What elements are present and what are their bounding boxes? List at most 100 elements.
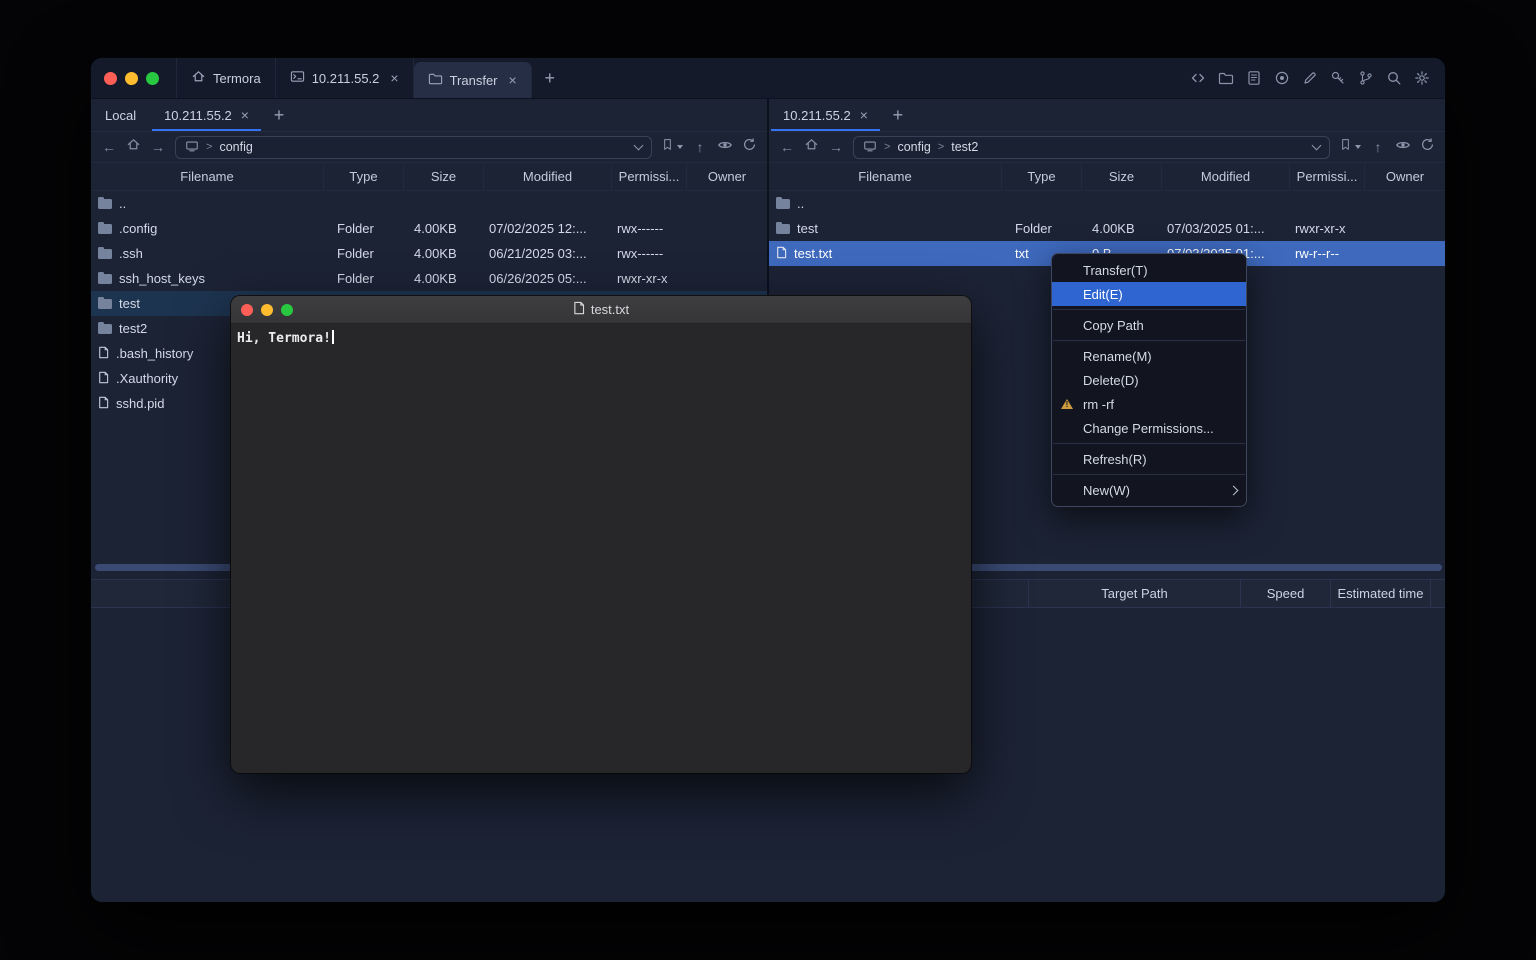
table-row[interactable]: ssh_host_keys Folder 4.00KB 06/26/2025 0… (91, 266, 767, 291)
close-icon[interactable]: × (241, 108, 249, 122)
menu-item-delete[interactable]: Delete(D) (1052, 368, 1246, 392)
column-header-owner[interactable]: Owner (1365, 163, 1445, 190)
close-icon[interactable]: × (390, 71, 398, 85)
menu-item-edit[interactable]: Edit(E) (1052, 282, 1246, 306)
cell-size: 4.00KB (404, 271, 484, 286)
column-header-type[interactable]: Type (1002, 163, 1082, 190)
cell-permissions: rwxr-xr-x (612, 271, 687, 286)
new-pane-tab-button[interactable]: + (263, 99, 295, 131)
chevron-down-icon[interactable] (1312, 141, 1322, 151)
column-header-owner[interactable]: Owner (687, 163, 767, 190)
column-header-estimated-time[interactable]: Estimated time (1330, 580, 1430, 607)
breadcrumb-segment[interactable]: test2 (951, 140, 978, 154)
cell-size: 4.00KB (404, 221, 484, 236)
show-hidden-files-button[interactable] (1395, 137, 1411, 158)
refresh-button[interactable] (1420, 137, 1435, 157)
forward-button[interactable]: → (150, 140, 166, 154)
up-directory-button[interactable]: ↑ (692, 140, 708, 154)
close-window-button[interactable] (241, 304, 253, 316)
path-breadcrumb[interactable]: > config (175, 136, 652, 159)
edit-icon[interactable] (1301, 70, 1318, 87)
menu-item-rename[interactable]: Rename(M) (1052, 344, 1246, 368)
column-header-speed[interactable]: Speed (1240, 580, 1330, 607)
branch-icon[interactable] (1357, 70, 1374, 87)
folder-icon[interactable] (1217, 70, 1234, 87)
cell-type: Folder (324, 271, 404, 286)
home-button[interactable] (804, 137, 819, 157)
menu-item-change-permissions[interactable]: Change Permissions... (1052, 416, 1246, 440)
table-row[interactable]: .config Folder 4.00KB 07/02/2025 12:... … (91, 216, 767, 241)
forward-button[interactable]: → (828, 140, 844, 154)
back-button[interactable]: ← (779, 140, 795, 154)
column-header-modified[interactable]: Modified (1162, 163, 1290, 190)
bookmark-button[interactable] (1339, 138, 1361, 156)
folder-icon (98, 274, 112, 284)
cell-type: Folder (1002, 221, 1082, 236)
bookmark-button[interactable] (661, 138, 683, 156)
column-header-type[interactable]: Type (324, 163, 404, 190)
tab-transfer[interactable]: Transfer × (414, 62, 532, 98)
left-pane-tabs: Local 10.211.55.2 × + (91, 99, 767, 132)
back-button[interactable]: ← (101, 140, 117, 154)
text-cursor (332, 330, 334, 344)
column-header-target-path[interactable]: Target Path (1028, 580, 1240, 607)
tab-local[interactable]: Local (91, 99, 150, 131)
path-breadcrumb[interactable]: > config > test2 (853, 136, 1330, 159)
settings-icon[interactable] (1413, 70, 1430, 87)
table-row[interactable]: test Folder 4.00KB 07/03/2025 01:... rwx… (769, 216, 1445, 241)
home-button[interactable] (126, 137, 141, 157)
menu-item-refresh[interactable]: Refresh(R) (1052, 447, 1246, 471)
breadcrumb-segment[interactable]: config (219, 140, 252, 154)
breadcrumb-segment[interactable]: config (897, 140, 930, 154)
zoom-window-button[interactable] (146, 72, 159, 85)
menu-item-transfer[interactable]: Transfer(T) (1052, 258, 1246, 282)
menu-item-copy-path[interactable]: Copy Path (1052, 313, 1246, 337)
tab-termora[interactable]: Termora (176, 58, 276, 98)
tab-remote-host[interactable]: 10.211.55.2 × (150, 99, 263, 131)
minimize-window-button[interactable] (125, 72, 138, 85)
record-icon[interactable] (1273, 70, 1290, 87)
close-window-button[interactable] (104, 72, 117, 85)
table-row[interactable]: .. (91, 191, 767, 216)
event-log-icon[interactable] (1245, 70, 1262, 87)
table-row[interactable]: .ssh Folder 4.00KB 06/21/2025 03:... rwx… (91, 241, 767, 266)
chevron-down-icon[interactable] (634, 141, 644, 151)
zoom-window-button[interactable] (281, 304, 293, 316)
new-pane-tab-button[interactable]: + (882, 99, 914, 131)
close-icon[interactable]: × (509, 73, 517, 87)
folder-icon (98, 199, 112, 209)
column-header-filename[interactable]: Filename (91, 163, 324, 190)
menu-separator (1053, 309, 1245, 310)
key-icon[interactable] (1329, 70, 1346, 87)
up-directory-button[interactable]: ↑ (1370, 140, 1386, 154)
right-pane-tabs: 10.211.55.2 × + (769, 99, 1445, 132)
left-path-bar: ← → > config ↑ (91, 132, 767, 163)
minimize-window-button[interactable] (261, 304, 273, 316)
search-icon[interactable] (1385, 70, 1402, 87)
menu-item-rm-rf[interactable]: ! rm -rf (1052, 392, 1246, 416)
column-header-permissions[interactable]: Permissi... (1290, 163, 1365, 190)
refresh-button[interactable] (742, 137, 757, 157)
table-row[interactable]: .. (769, 191, 1445, 216)
menu-item-new[interactable]: New(W) (1052, 478, 1246, 502)
chevron-right-icon (1229, 485, 1239, 495)
file-icon (573, 301, 585, 318)
code-icon[interactable] (1189, 70, 1206, 87)
tab-label: Local (105, 108, 136, 123)
new-tab-button[interactable]: + (532, 58, 568, 98)
folder-icon (428, 71, 443, 89)
show-hidden-files-button[interactable] (717, 137, 733, 158)
tab-remote-host[interactable]: 10.211.55.2 × (769, 99, 882, 131)
folder-icon (776, 199, 790, 209)
column-header-permissions[interactable]: Permissi... (612, 163, 687, 190)
column-header-size[interactable]: Size (1082, 163, 1162, 190)
column-header-modified[interactable]: Modified (484, 163, 612, 190)
column-header-size[interactable]: Size (404, 163, 484, 190)
tab-host-terminal[interactable]: 10.211.55.2 × (276, 58, 414, 98)
column-header-filename[interactable]: Filename (769, 163, 1002, 190)
editor-titlebar: test.txt (231, 296, 971, 324)
editor-text-area[interactable]: Hi, Termora! (231, 324, 971, 353)
close-icon[interactable]: × (860, 108, 868, 122)
tab-label: Termora (213, 71, 261, 86)
cell-filename: .ssh (91, 246, 324, 261)
